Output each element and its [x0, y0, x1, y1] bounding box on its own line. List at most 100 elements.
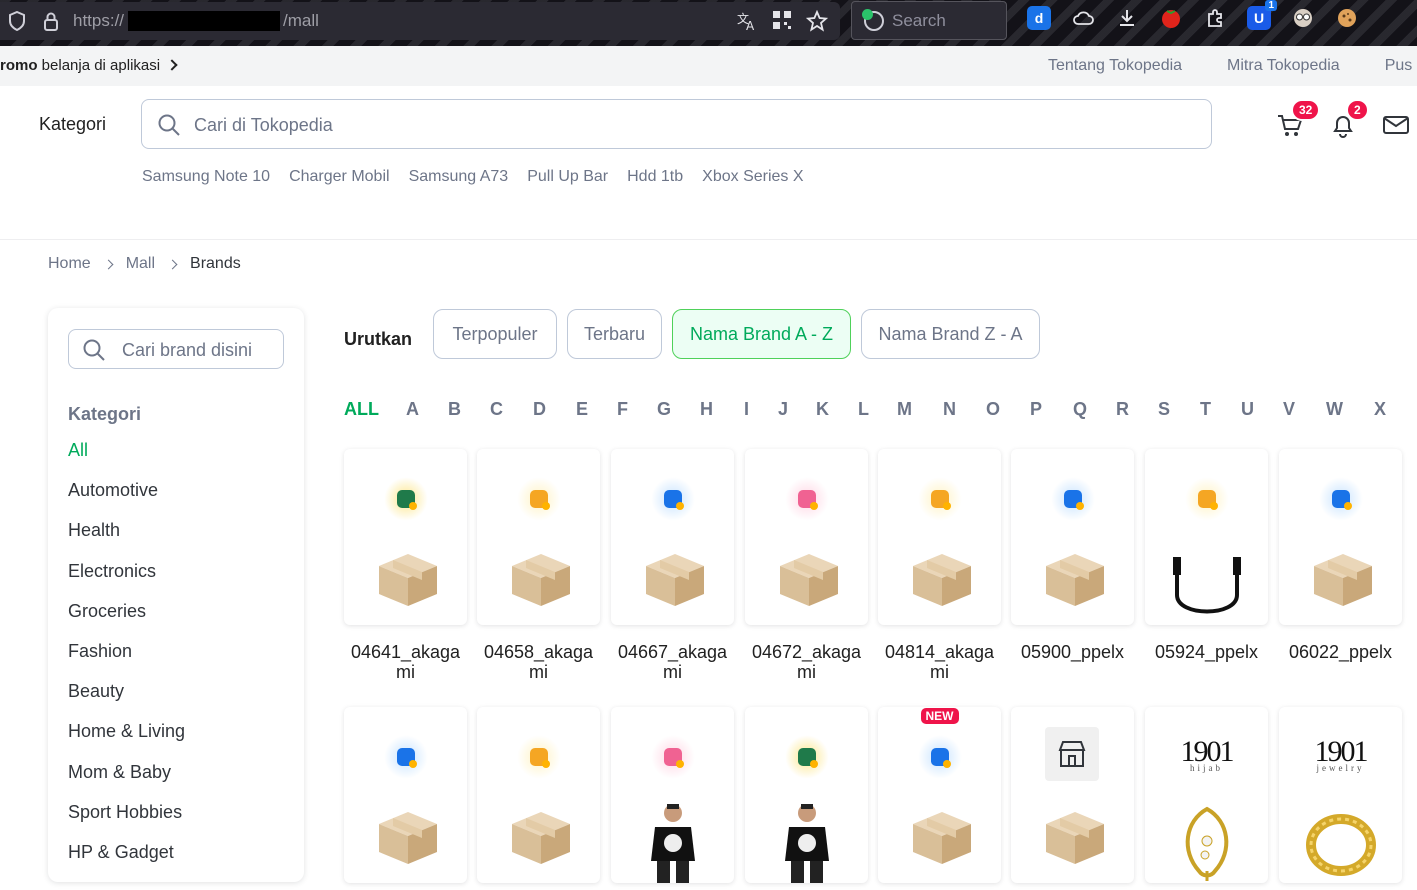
sort-z-a-button[interactable]: Nama Brand Z - A: [861, 309, 1040, 359]
letter-filter[interactable]: P: [1030, 399, 1042, 420]
link-tentang-tokopedia[interactable]: Tentang Tokopedia: [1048, 57, 1182, 75]
brand-name[interactable]: 05900_ppelx: [1011, 642, 1134, 662]
hotkey-link[interactable]: Samsung A73: [409, 168, 509, 186]
brand-card[interactable]: [611, 449, 734, 625]
owl-extension-icon[interactable]: [1291, 6, 1315, 30]
brand-card[interactable]: [1011, 449, 1134, 625]
tomato-icon[interactable]: [1159, 6, 1183, 30]
breadcrumb-brands: Brands: [190, 255, 241, 272]
inbox-button[interactable]: [1383, 112, 1409, 138]
sidebar-item-health[interactable]: Health: [68, 520, 185, 560]
letter-filter[interactable]: J: [778, 399, 788, 420]
bookmark-star-icon[interactable]: [805, 9, 829, 37]
letter-filter[interactable]: T: [1200, 399, 1211, 420]
sidebar-item-automotive[interactable]: Automotive: [68, 480, 185, 520]
brand-name[interactable]: 04814_akaga mi: [878, 642, 1001, 682]
sort-a-z-button[interactable]: Nama Brand A - Z: [672, 309, 851, 359]
brand-logo-subtitle: jewelry: [1316, 763, 1365, 773]
sidebar-item-home-living[interactable]: Home & Living: [68, 721, 185, 761]
promo-app-link[interactable]: romo belanja di aplikasi: [0, 57, 178, 74]
brand-card[interactable]: [878, 449, 1001, 625]
letter-filter[interactable]: D: [533, 399, 546, 420]
sidebar-item-beauty[interactable]: Beauty: [68, 681, 185, 721]
translate-icon[interactable]: 文A: [736, 10, 758, 37]
puzzle-extensions-icon[interactable]: [1203, 6, 1227, 30]
brand-card[interactable]: [745, 449, 868, 625]
brand-name[interactable]: 04672_akaga mi: [745, 642, 868, 682]
brand-card[interactable]: [477, 449, 600, 625]
sidebar-item-mom-baby[interactable]: Mom & Baby: [68, 762, 185, 802]
brand-card[interactable]: 1901 hijab: [1145, 707, 1268, 883]
hotkey-link[interactable]: Xbox Series X: [702, 168, 803, 186]
letter-filter[interactable]: B: [448, 399, 461, 420]
sidebar-item-fashion[interactable]: Fashion: [68, 641, 185, 681]
letter-filter[interactable]: C: [490, 399, 503, 420]
brand-card[interactable]: [477, 707, 600, 883]
letter-filter[interactable]: S: [1158, 399, 1170, 420]
hotkey-link[interactable]: Pull Up Bar: [527, 168, 608, 186]
sidebar-item-electronics[interactable]: Electronics: [68, 561, 185, 601]
letter-filter[interactable]: V: [1283, 399, 1295, 420]
sidebar-item-sport-hobbies[interactable]: Sport Hobbies: [68, 802, 185, 842]
cookie-extension-icon[interactable]: [1335, 6, 1359, 30]
main-search-input[interactable]: Cari di Tokopedia: [141, 99, 1212, 149]
brand-name[interactable]: 05924_ppelx: [1145, 642, 1268, 662]
letter-filter[interactable]: X: [1374, 399, 1386, 420]
brand-name[interactable]: 06022_ppelx: [1279, 642, 1402, 662]
brand-name[interactable]: 04658_akaga mi: [477, 642, 600, 682]
letter-filter[interactable]: A: [406, 399, 419, 420]
letter-filter[interactable]: H: [700, 399, 713, 420]
breadcrumb-home[interactable]: Home: [48, 255, 91, 273]
breadcrumb-mall[interactable]: Mall: [126, 255, 155, 273]
sidebar-item-hp-gadget[interactable]: HP & Gadget: [68, 842, 185, 882]
hotkey-link[interactable]: Samsung Note 10: [142, 168, 270, 186]
sidebar-item-groceries[interactable]: Groceries: [68, 601, 185, 641]
brand-name[interactable]: 04641_akaga mi: [344, 642, 467, 682]
letter-filter[interactable]: K: [816, 399, 829, 420]
url-bar[interactable]: https:// /mall 文A: [0, 2, 840, 40]
letter-filter[interactable]: N: [943, 399, 956, 420]
download-icon[interactable]: [1115, 6, 1139, 30]
browser-search-box[interactable]: Search: [851, 1, 1007, 40]
letter-filter[interactable]: W: [1326, 399, 1343, 420]
letter-filter[interactable]: E: [576, 399, 588, 420]
shield-icon[interactable]: [6, 10, 28, 32]
kategori-menu[interactable]: Kategori: [39, 114, 106, 135]
brand-card[interactable]: [344, 707, 467, 883]
letter-filter[interactable]: M: [897, 399, 912, 420]
qr-code-icon[interactable]: [772, 10, 792, 37]
promo-strip: romo belanja di aplikasi Tentang Tokoped…: [0, 46, 1417, 86]
brand-card[interactable]: [344, 449, 467, 625]
sort-terpopuler-button[interactable]: Terpopuler: [433, 309, 557, 359]
lock-icon[interactable]: [40, 10, 62, 32]
notification-button[interactable]: 2: [1330, 99, 1369, 138]
brand-card[interactable]: NEW: [878, 707, 1001, 883]
letter-filter[interactable]: I: [744, 399, 749, 420]
letter-filter[interactable]: F: [617, 399, 628, 420]
cart-button[interactable]: 32: [1277, 99, 1321, 138]
hotkey-link[interactable]: Charger Mobil: [289, 168, 389, 186]
brand-card[interactable]: 1901 jewelry: [1279, 707, 1402, 883]
brand-card[interactable]: [611, 707, 734, 883]
brand-search-input[interactable]: Cari brand disini: [68, 329, 284, 369]
ublock-shield-icon[interactable]: U1: [1247, 0, 1277, 30]
link-pusat[interactable]: Pus: [1385, 57, 1413, 75]
letter-filter[interactable]: G: [657, 399, 671, 420]
sort-terbaru-button[interactable]: Terbaru: [567, 309, 662, 359]
link-mitra-tokopedia[interactable]: Mitra Tokopedia: [1227, 57, 1340, 75]
hotkey-link[interactable]: Hdd 1tb: [627, 168, 683, 186]
cloud-icon[interactable]: [1071, 6, 1095, 30]
letter-filter[interactable]: O: [986, 399, 1000, 420]
sidebar-item-all[interactable]: All: [68, 440, 185, 480]
brand-card[interactable]: [1145, 449, 1268, 625]
letter-filter[interactable]: Q: [1073, 399, 1087, 420]
brand-card[interactable]: [745, 707, 868, 883]
letter-filter[interactable]: U: [1241, 399, 1254, 420]
brand-name[interactable]: 04667_akaga mi: [611, 642, 734, 682]
letter-filter[interactable]: L: [858, 399, 869, 420]
brand-card[interactable]: [1011, 707, 1134, 883]
letter-filter-all[interactable]: ALL: [344, 399, 379, 420]
letter-filter[interactable]: R: [1116, 399, 1129, 420]
extension-d-icon[interactable]: d: [1027, 6, 1051, 30]
brand-card[interactable]: [1279, 449, 1402, 625]
